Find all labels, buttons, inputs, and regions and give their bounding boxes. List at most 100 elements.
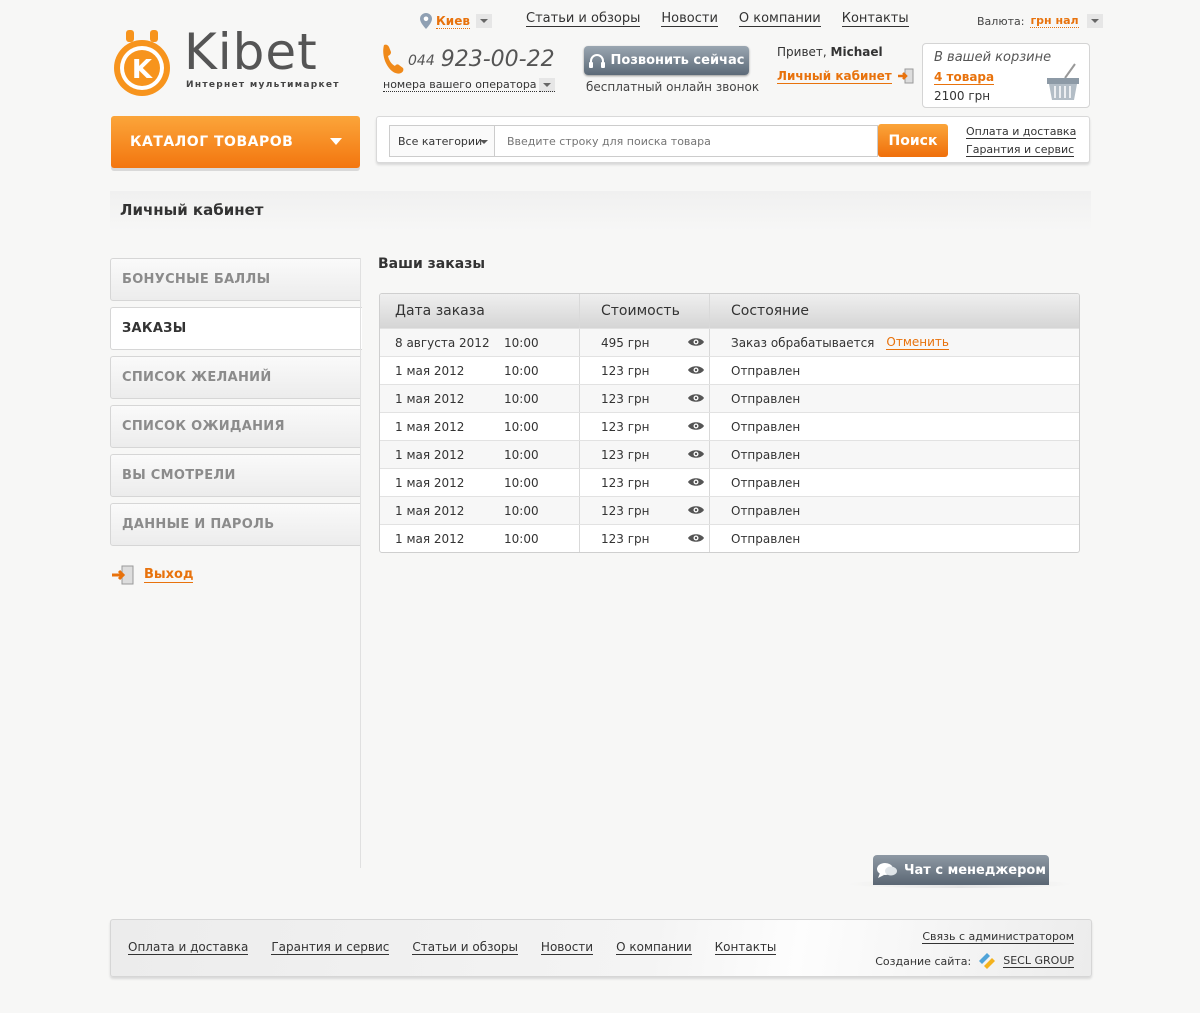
nav-link-articles[interactable]: Статьи и обзоры	[526, 11, 641, 27]
order-status: Отправлен	[731, 475, 801, 490]
order-time: 10:00	[504, 531, 539, 546]
order-status: Отправлен	[731, 503, 801, 518]
sidebar-item-label: ЗАКАЗЫ	[122, 321, 187, 336]
nav-link-contacts[interactable]: Контакты	[841, 11, 909, 27]
currency-label: Валюта:	[977, 14, 1025, 28]
catalog-button[interactable]: КАТАЛОГ ТОВАРОВ	[111, 116, 360, 168]
search-button[interactable]: Поиск	[878, 124, 948, 157]
contact-admin-link[interactable]: Связь с администратором	[922, 930, 1074, 944]
account-sidebar: БОНУСНЫЕ БАЛЛЫ ЗАКАЗЫ СПИСОК ЖЕЛАНИЙ СПИ…	[110, 258, 362, 552]
order-date: 1 мая 2012	[395, 503, 465, 518]
orders-table-body: 8 августа 2012 10:00 495 грн Заказ обраба…	[380, 328, 1079, 552]
chat-manager-button[interactable]: Чат с менеджером	[873, 855, 1049, 885]
site-logo[interactable]: K Kibet Интернет мультимаркет	[112, 22, 339, 100]
sidebar-item-label: СПИСОК ЖЕЛАНИЙ	[122, 370, 272, 385]
call-now-button[interactable]: Позвонить сейчас	[584, 46, 749, 75]
order-time: 10:00	[504, 447, 539, 462]
logout-link[interactable]: Выход	[112, 565, 194, 585]
sidebar-item-wishlist[interactable]: СПИСОК ЖЕЛАНИЙ	[110, 356, 361, 399]
currency-selector[interactable]: Валюта: грн нал	[977, 14, 1103, 28]
eye-icon[interactable]	[688, 365, 704, 375]
warranty-service-link[interactable]: Гарантия и сервис	[966, 143, 1075, 157]
order-price: 123 грн	[601, 503, 650, 518]
sidebar-item-label: ДАННЫЕ И ПАРОЛЬ	[122, 517, 275, 532]
table-row: 1 мая 2012 10:00 123 грн Отправлен	[380, 440, 1079, 468]
secl-group-link[interactable]: SECL GROUP	[1003, 954, 1074, 968]
orders-table-header: Дата заказа Стоимость Состояние	[380, 294, 1079, 328]
footer-link-about[interactable]: О компании	[616, 940, 692, 955]
footer-link-warranty[interactable]: Гарантия и сервис	[271, 940, 390, 955]
eye-icon[interactable]	[688, 505, 704, 515]
sidebar-item-label: ВЫ СМОТРЕЛИ	[122, 468, 236, 483]
cart-widget[interactable]: В вашей корзине 4 товара 2100 грн	[922, 43, 1090, 108]
logo-icon: K	[114, 30, 170, 96]
table-row: 1 мая 2012 10:00 123 грн Отправлен	[380, 496, 1079, 524]
search-input[interactable]	[494, 125, 878, 157]
order-date: 1 мая 2012	[395, 531, 465, 546]
phone-block: 044 923-00-22	[378, 43, 555, 75]
footer-link-news[interactable]: Новости	[540, 940, 594, 955]
order-time: 10:00	[504, 363, 539, 378]
eye-icon[interactable]	[688, 449, 704, 459]
nav-link-news[interactable]: Новости	[661, 11, 718, 27]
page-title-bar: Личный кабинет	[110, 191, 1091, 231]
city-selector[interactable]: Киев	[420, 13, 492, 29]
orders-table: Дата заказа Стоимость Состояние 8 август…	[379, 293, 1080, 553]
logout-icon	[112, 565, 134, 585]
logo-tagline: Интернет мультимаркет	[186, 80, 340, 90]
city-name: Киев	[436, 13, 470, 29]
column-header-date: Дата заказа	[380, 294, 580, 328]
order-date: 1 мая 2012	[395, 419, 465, 434]
cart-count-link[interactable]: 4 товара	[934, 70, 995, 85]
payment-delivery-link[interactable]: Оплата и доставка	[966, 125, 1077, 139]
order-date: 8 августа 2012	[395, 335, 490, 350]
operators-selector[interactable]: номера вашего оператора	[383, 78, 555, 92]
sidebar-item-credentials[interactable]: ДАННЫЕ И ПАРОЛЬ	[110, 503, 361, 546]
order-price: 123 грн	[601, 475, 650, 490]
phone-icon	[383, 44, 404, 74]
eye-icon[interactable]	[688, 337, 704, 347]
sidebar-item-bonus[interactable]: БОНУСНЫЕ БАЛЛЫ	[110, 258, 361, 301]
order-price: 123 грн	[601, 531, 650, 546]
account-link-label: Личный кабинет	[777, 68, 892, 84]
table-row: 1 мая 2012 10:00 123 грн Отправлен	[380, 412, 1079, 440]
order-date: 1 мая 2012	[395, 447, 465, 462]
sidebar-divider	[360, 258, 361, 868]
enter-icon	[897, 68, 914, 84]
footer-link-payment[interactable]: Оплата и доставка	[128, 940, 249, 955]
eye-icon[interactable]	[688, 533, 704, 543]
footer: Оплата и доставка Гарантия и сервис Стат…	[110, 919, 1092, 977]
column-header-price: Стоимость	[580, 294, 710, 328]
nav-link-about[interactable]: О компании	[738, 11, 821, 27]
order-time: 10:00	[504, 475, 539, 490]
greeting-text: Привет,	[777, 45, 827, 59]
account-link[interactable]: Личный кабинет	[777, 68, 914, 84]
search-category-select[interactable]: Все категории	[389, 125, 494, 157]
footer-link-contacts[interactable]: Контакты	[714, 940, 777, 955]
order-date: 1 мая 2012	[395, 363, 465, 378]
cancel-order-link[interactable]: Отменить	[886, 335, 949, 350]
svg-text:K: K	[132, 55, 153, 85]
order-status: Заказ обрабатывается	[731, 335, 875, 350]
order-status: Отправлен	[731, 391, 801, 406]
order-time: 10:00	[504, 335, 539, 350]
chevron-down-icon	[330, 138, 342, 145]
eye-icon[interactable]	[688, 421, 704, 431]
eye-icon[interactable]	[688, 477, 704, 487]
sidebar-item-waitlist[interactable]: СПИСОК ОЖИДАНИЯ	[110, 405, 361, 448]
sidebar-item-viewed[interactable]: ВЫ СМОТРЕЛИ	[110, 454, 361, 497]
sidebar-item-orders[interactable]: ЗАКАЗЫ	[110, 307, 362, 350]
footer-link-articles[interactable]: Статьи и обзоры	[412, 940, 518, 955]
cart-title: В вашей корзине	[934, 50, 1052, 65]
page-title: Личный кабинет	[120, 201, 264, 219]
phone-code: 044	[408, 53, 435, 69]
basket-icon	[1047, 63, 1079, 100]
operators-label: номера вашего оператора	[383, 78, 537, 92]
chat-manager-label: Чат с менеджером	[904, 862, 1046, 878]
eye-icon[interactable]	[688, 393, 704, 403]
secl-logo-icon	[979, 953, 996, 969]
order-price: 123 грн	[601, 363, 650, 378]
logout-label: Выход	[144, 567, 194, 583]
made-by-label: Создание сайта:	[875, 954, 972, 968]
order-price: 123 грн	[601, 419, 650, 434]
